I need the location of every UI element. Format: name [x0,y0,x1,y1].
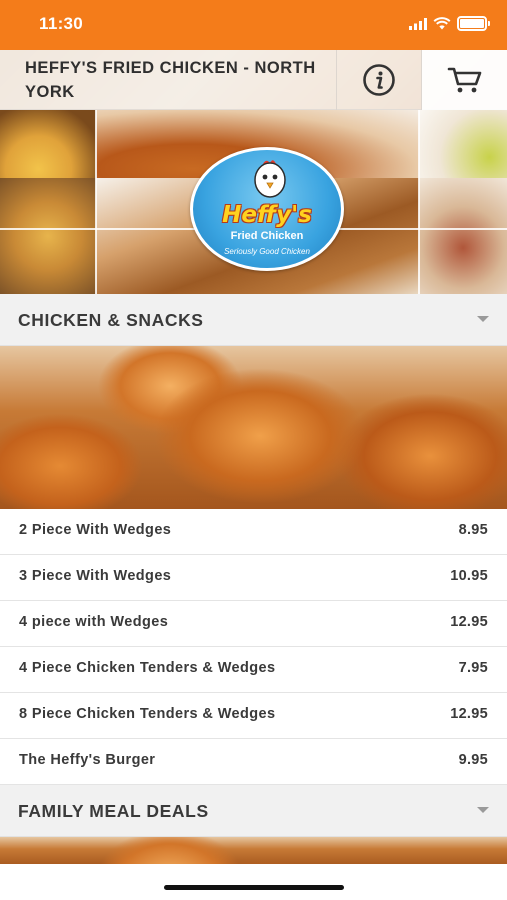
hero-divider [418,110,420,294]
menu-item[interactable]: 4 piece with Wedges 12.95 [0,601,507,647]
bottom-safe-area [0,864,507,900]
menu-item[interactable]: The Heffy's Burger 9.95 [0,739,507,785]
chevron-down-icon [477,316,489,322]
item-name: 4 piece with Wedges [19,614,169,630]
chicken-mascot-icon [254,160,286,198]
menu-list: 2 Piece With Wedges 8.95 3 Piece With We… [0,509,507,785]
category-image-chicken [0,346,507,509]
info-button[interactable] [336,50,421,110]
logo-name: Heffy's [222,202,312,228]
menu-item[interactable]: 3 Piece With Wedges 10.95 [0,555,507,601]
top-bar: HEFFY'S FRIED CHICKEN - NORTH YORK [0,50,507,110]
brand-logo: Heffy's Fried Chicken Seriously Good Chi… [190,147,344,271]
hero-divider [95,110,97,294]
category-image-family [0,837,507,867]
store-name: HEFFY'S FRIED CHICKEN - NORTH YORK [25,59,316,101]
hero-image-burger [419,178,507,294]
item-price: 7.95 [458,660,488,676]
item-name: The Heffy's Burger [19,752,156,768]
item-price: 10.95 [450,568,488,584]
item-name: 3 Piece With Wedges [19,568,172,584]
logo-tagline: Seriously Good Chicken [224,247,310,256]
status-bar: 11:30 [0,0,507,50]
menu-item[interactable]: 2 Piece With Wedges 8.95 [0,509,507,555]
signal-icon [409,17,427,30]
hero-image-wedges [0,178,96,294]
category-title: CHICKEN & SNACKS [18,310,204,330]
home-indicator[interactable] [164,885,344,890]
menu-item[interactable]: 4 Piece Chicken Tenders & Wedges 7.95 [0,647,507,693]
logo-subtitle: Fried Chicken [230,230,304,242]
info-icon [363,64,395,96]
item-price: 8.95 [458,522,488,538]
status-time: 11:30 [39,14,84,33]
category-family-meal-deals[interactable]: FAMILY MEAL DEALS [0,785,507,837]
item-price: 12.95 [450,706,488,722]
battery-icon [457,16,490,31]
wifi-icon [433,17,451,30]
category-chicken-snacks[interactable]: CHICKEN & SNACKS [0,294,507,346]
item-price: 9.95 [458,752,488,768]
item-name: 2 Piece With Wedges [19,522,172,538]
item-price: 12.95 [450,614,488,630]
status-icons [409,16,490,31]
item-name: 4 Piece Chicken Tenders & Wedges [19,660,276,676]
menu-item[interactable]: 8 Piece Chicken Tenders & Wedges 12.95 [0,693,507,739]
category-title: FAMILY MEAL DEALS [18,801,209,821]
cart-icon [447,67,481,93]
cart-button[interactable] [421,50,507,110]
item-name: 8 Piece Chicken Tenders & Wedges [19,706,276,722]
chevron-down-icon [477,807,489,813]
